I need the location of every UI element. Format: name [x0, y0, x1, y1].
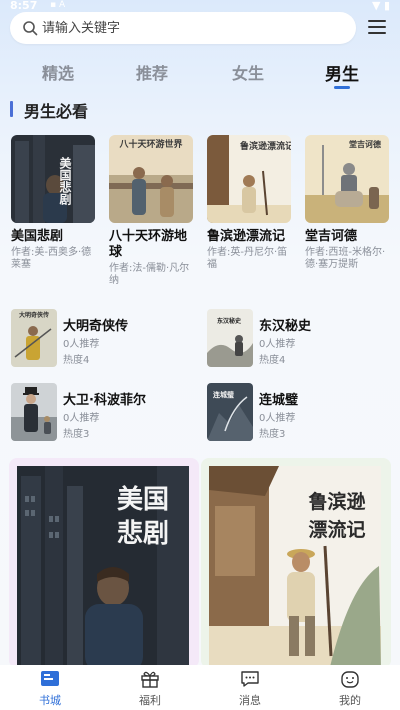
nav-messages[interactable]: 消息 [210, 669, 290, 708]
book-author: 作者:西班-米格尔·德·塞万提斯 [305, 247, 386, 270]
book-cover[interactable]: 鲁滨逊漂流记 [207, 135, 291, 223]
heat-count: 热度4 [63, 355, 90, 366]
recommend-count: 0人推荐 [259, 339, 296, 350]
book-cover[interactable] [11, 383, 57, 441]
cover-title-text: 八十天环游世界 [118, 138, 182, 150]
cover-title-text: 东汉秘史 [217, 317, 242, 325]
book-cover[interactable]: 八十天环游世界 [109, 135, 193, 223]
cover-title-text: 连城璧 [213, 390, 234, 399]
book-cover[interactable]: 连城璧 [207, 383, 253, 441]
featured-book-card[interactable]: 美国 悲剧 [9, 458, 199, 668]
nav-label: 书城 [39, 694, 61, 707]
book-author: 作者:美-西奥多·德莱塞 [11, 247, 92, 270]
nav-welfare[interactable]: 福利 [110, 669, 190, 708]
status-notification-icons: ▪ A [50, 0, 66, 10]
nav-label: 福利 [139, 694, 161, 707]
message-icon [241, 671, 259, 687]
list-item[interactable]: 东汉秘史 东汉秘史 0人推荐 热度4 [207, 309, 387, 369]
nav-label: 我的 [339, 694, 361, 707]
heat-count: 热度3 [259, 429, 286, 440]
book-title: 堂吉诃德 [305, 229, 358, 244]
cover-title-text: 大明奇侠传 [19, 311, 49, 319]
book-author: 作者:法-儒勒·凡尔纳 [109, 263, 190, 286]
featured-cover[interactable]: 鲁滨逊 漂流记 [209, 466, 381, 668]
book-title: 大明奇侠传 [63, 319, 129, 334]
cover-title-text: 鲁滨逊漂流记 [240, 140, 291, 152]
tab-male[interactable]: 男生 [302, 60, 382, 85]
recommend-count: 0人推荐 [63, 339, 100, 350]
search-bar[interactable] [10, 12, 356, 44]
nav-bookstore[interactable]: 书城 [10, 669, 90, 708]
book-title: 八十天环游地球 [109, 229, 188, 260]
book-cover[interactable]: 大明奇侠传 [11, 309, 57, 367]
bottom-navigation: 书城 福利 消息 我的 [0, 665, 400, 710]
tab-featured[interactable]: 精选 [18, 60, 98, 84]
category-tabs: 精选 推荐 女生 男生 [0, 58, 400, 92]
book-cover[interactable]: 堂吉诃德 [305, 135, 389, 223]
list-item[interactable]: 连城璧 连城璧 0人推荐 热度3 [207, 383, 387, 443]
book-title: 连城璧 [259, 393, 299, 408]
book-card[interactable]: 鲁滨逊漂流记 鲁滨逊漂流记 作者:英-丹尼尔·笛福 [207, 135, 293, 271]
tab-female[interactable]: 女生 [208, 60, 288, 84]
book-author: 作者:英-丹尼尔·笛福 [207, 247, 288, 270]
book-cover[interactable]: 美国悲剧 [11, 135, 95, 223]
heat-count: 热度3 [63, 429, 90, 440]
book-cover[interactable]: 东汉秘史 [207, 309, 253, 367]
featured-book-card[interactable]: 鲁滨逊 漂流记 [201, 458, 391, 668]
status-time: 8:57 [10, 0, 38, 12]
recommend-count: 0人推荐 [259, 413, 296, 424]
cover-title-text: 美国悲剧 [58, 156, 72, 206]
book-title: 美国悲剧 [11, 229, 64, 244]
book-title: 东汉秘史 [259, 319, 312, 334]
tab-recommended[interactable]: 推荐 [112, 60, 192, 84]
smiley-face-icon [341, 671, 359, 688]
heat-count: 热度4 [259, 355, 286, 366]
book-title: 鲁滨逊漂流记 [207, 229, 286, 244]
nav-profile[interactable]: 我的 [310, 669, 390, 708]
recommend-count: 0人推荐 [63, 413, 100, 424]
search-input[interactable] [42, 18, 342, 38]
featured-cover-text-line2: 漂流记 [308, 518, 365, 541]
featured-cover-text-line1: 鲁滨逊 [307, 490, 365, 513]
featured-cover-text-line1: 美国 [117, 484, 169, 515]
search-icon [23, 21, 38, 36]
featured-cover[interactable]: 美国 悲剧 [17, 466, 189, 668]
status-signal-battery-icon: ▼ ▮ [371, 0, 390, 12]
cover-title-text: 堂吉诃德 [349, 139, 381, 149]
book-card[interactable]: 堂吉诃德 堂吉诃德 作者:西班-米格尔·德·塞万提斯 [305, 135, 391, 271]
section-accent-bar [10, 101, 13, 117]
book-card[interactable]: 八十天环游世界 八十天环游地球 作者:法-儒勒·凡尔纳 [109, 135, 195, 287]
book-title: 大卫·科波菲尔 [63, 393, 146, 408]
book-icon [41, 671, 59, 686]
active-tab-indicator [334, 86, 350, 89]
book-card[interactable]: 美国悲剧 美国悲剧 作者:美-西奥多·德莱塞 [11, 135, 97, 271]
section-title: 男生必看 [24, 102, 89, 121]
featured-cover-text-line2: 悲剧 [117, 518, 169, 549]
list-item[interactable]: 大卫·科波菲尔 0人推荐 热度3 [11, 383, 191, 443]
gift-icon [141, 671, 159, 688]
nav-label: 消息 [239, 694, 261, 707]
menu-icon[interactable] [368, 20, 386, 36]
list-item[interactable]: 大明奇侠传 大明奇侠传 0人推荐 热度4 [11, 309, 191, 369]
